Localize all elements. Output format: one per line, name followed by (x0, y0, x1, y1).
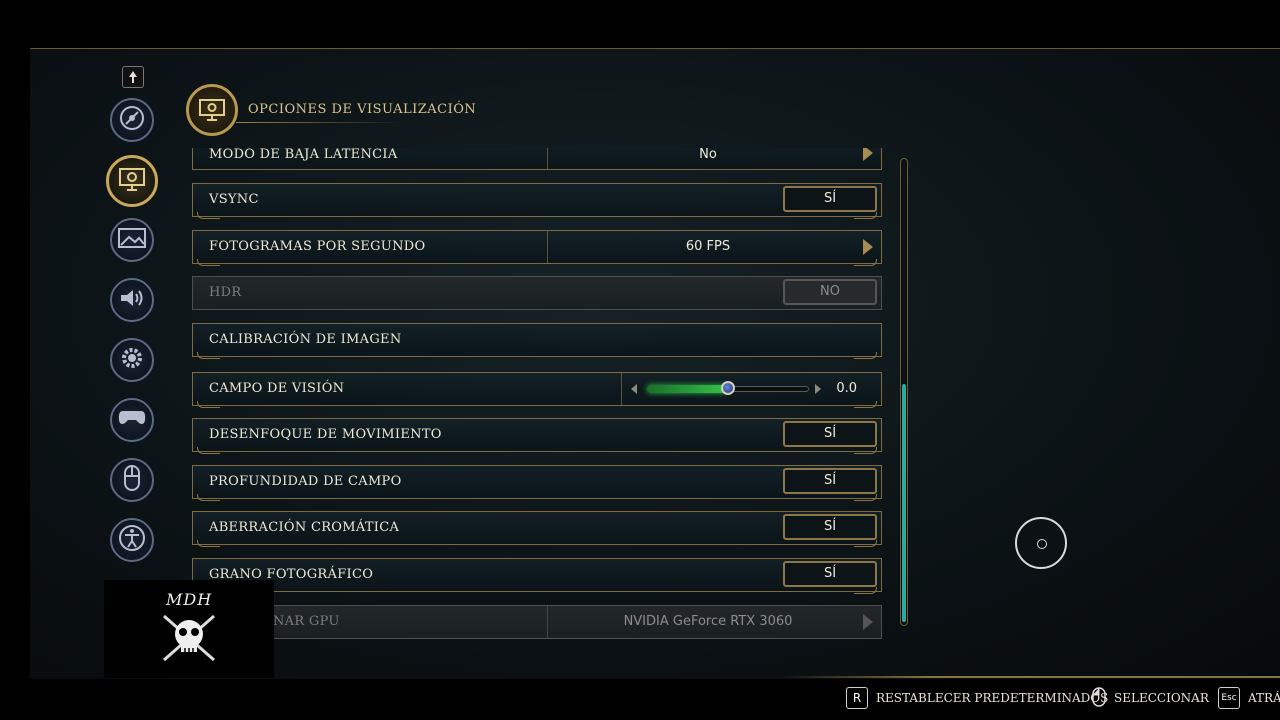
setting-hdr: HDR NO (192, 276, 882, 310)
sidebar-item-audio[interactable] (110, 278, 154, 322)
chevron-right-icon[interactable] (863, 148, 873, 161)
setting-label: DESENFOQUE DE MOVIMIENTO (209, 427, 442, 442)
gamepad-icon (117, 408, 147, 432)
setting-label: NAR GPU (273, 614, 340, 629)
accessibility-icon (118, 524, 146, 556)
sidebar-item-game[interactable] (110, 98, 154, 142)
sidebar-item-controller[interactable] (110, 398, 154, 442)
slider-handle[interactable] (721, 381, 735, 395)
motion-blur-toggle[interactable]: SÍ (783, 421, 877, 447)
settings-list: MODO DE BAJA LATENCIA No VSYNC SÍ FOTOGR… (190, 148, 890, 648)
image-icon (117, 227, 147, 253)
setting-chromatic-aberration[interactable]: ABERRACIÓN CROMÁTICA SÍ (192, 511, 882, 547)
gpu-value: NVIDIA GeForce RTX 3060 (623, 614, 793, 629)
slider-right-arrow-icon[interactable] (815, 384, 821, 394)
chromatic-aberration-toggle[interactable]: SÍ (783, 514, 877, 540)
header-monitor-gear-icon (186, 84, 238, 136)
mouse-icon (122, 464, 142, 496)
select-button[interactable]: SELECCIONAR (1092, 686, 1209, 710)
reset-defaults-label: RESTABLECER PREDETERMINADOS (876, 691, 1109, 705)
watermark-logo: MDH (104, 580, 274, 678)
cursor-reticle-icon (1015, 517, 1067, 569)
footer-divider (780, 676, 1280, 678)
sidebar-item-mouse[interactable] (110, 458, 154, 502)
sidebar-item-settings[interactable] (110, 338, 154, 382)
slider-left-arrow-icon[interactable] (631, 384, 637, 394)
chevron-right-icon[interactable] (863, 239, 873, 255)
setting-label: HDR (209, 285, 242, 300)
select-label: SELECCIONAR (1114, 691, 1209, 705)
sidebar-item-accessibility[interactable] (110, 518, 154, 562)
setting-film-grain[interactable]: GRANO FOTOGRÁFICO SÍ (192, 558, 882, 594)
skull-icon (163, 614, 215, 662)
setting-low-latency[interactable]: MODO DE BAJA LATENCIA No (192, 148, 882, 170)
vsync-toggle[interactable]: SÍ (783, 186, 877, 212)
reset-defaults-button[interactable]: R RESTABLECER PREDETERMINADOS (846, 686, 1108, 710)
mouse-click-icon (1092, 686, 1106, 710)
setting-gpu: NAR GPU NVIDIA GeForce RTX 3060 (192, 605, 882, 639)
setting-label: MODO DE BAJA LATENCIA (209, 148, 398, 162)
fov-slider[interactable]: 0.0 (623, 373, 881, 405)
sidebar-item-graphics[interactable] (110, 218, 154, 262)
setting-label: PROFUNDIDAD DE CAMPO (209, 474, 402, 489)
monitor-gear-icon (117, 166, 147, 196)
fps-value: 60 FPS (685, 239, 731, 254)
up-arrow-icon[interactable] (122, 66, 144, 88)
setting-field-of-view[interactable]: CAMPO DE VISIÓN 0.0 (192, 372, 882, 408)
hdr-toggle: NO (783, 279, 877, 305)
back-label: ATRÁS (1248, 691, 1280, 705)
setting-label: CAMPO DE VISIÓN (209, 381, 345, 396)
depth-of-field-toggle[interactable]: SÍ (783, 468, 877, 494)
scrollbar-thumb[interactable] (902, 384, 906, 622)
setting-value: No (699, 148, 717, 162)
setting-vsync[interactable]: VSYNC SÍ (192, 183, 882, 219)
page-title: OPCIONES DE VISUALIZACIÓN (248, 102, 477, 117)
back-button[interactable]: Esc ATRÁS (1218, 686, 1280, 710)
chevron-right-icon (863, 614, 873, 630)
film-grain-toggle[interactable]: SÍ (783, 561, 877, 587)
slider-fill (647, 385, 728, 393)
setting-label: ABERRACIÓN CROMÁTICA (209, 520, 400, 535)
header-underline (236, 122, 406, 123)
esc-key-icon: Esc (1218, 687, 1240, 709)
setting-motion-blur[interactable]: DESENFOQUE DE MOVIMIENTO SÍ (192, 418, 882, 454)
setting-fps[interactable]: FOTOGRAMAS POR SEGUNDO 60 FPS (192, 230, 882, 266)
setting-image-calibration[interactable]: CALIBRACIÓN DE IMAGEN (192, 323, 882, 359)
speaker-icon (118, 286, 146, 314)
setting-label: CALIBRACIÓN DE IMAGEN (209, 332, 402, 347)
gear-icon (118, 344, 146, 376)
disc-icon (118, 104, 146, 136)
watermark-text: MDH (166, 590, 213, 609)
setting-depth-of-field[interactable]: PROFUNDIDAD DE CAMPO SÍ (192, 465, 882, 501)
r-key-icon: R (846, 687, 868, 709)
setting-label: FOTOGRAMAS POR SEGUNDO (209, 239, 426, 254)
sidebar-item-display[interactable] (106, 155, 158, 207)
